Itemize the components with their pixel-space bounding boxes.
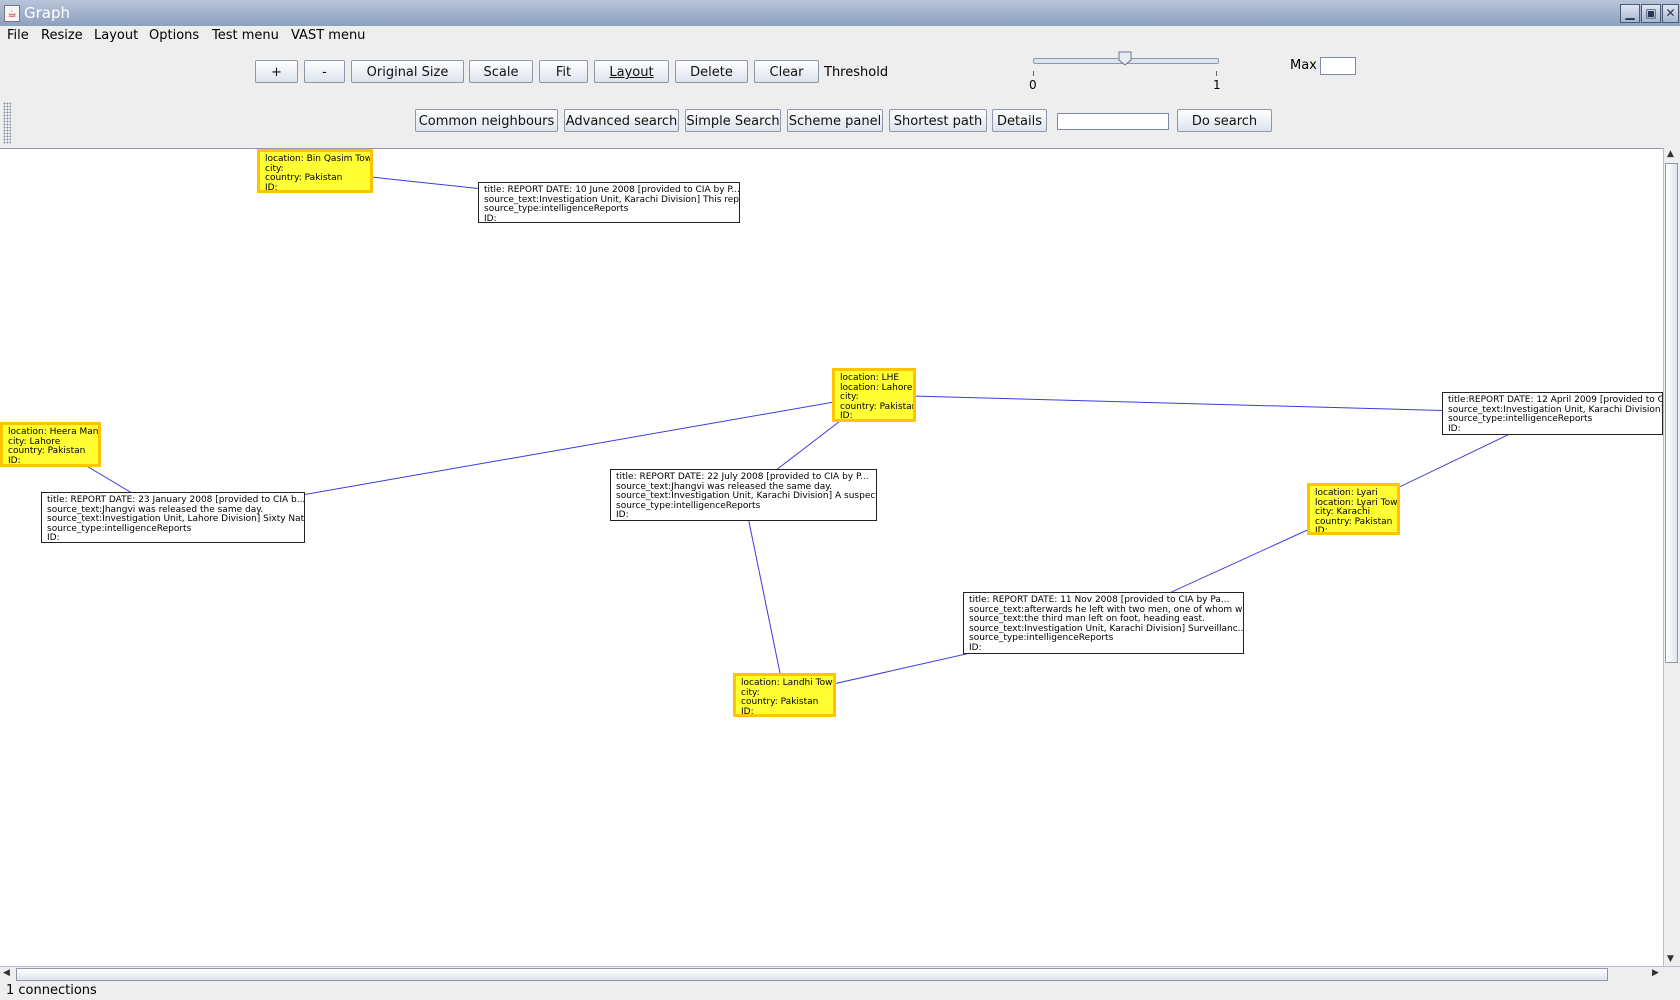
node-attribute-line: source_type:intelligenceReports <box>616 500 761 511</box>
node-attribute-line: ID: <box>8 455 21 466</box>
menu-test[interactable]: Test menu <box>212 27 279 45</box>
simple-search-button[interactable]: Simple Search <box>685 109 781 132</box>
zoom-in-button[interactable]: + <box>255 60 298 83</box>
node-attribute-line: ID: <box>47 533 60 543</box>
slider-min-label: 0 <box>1029 78 1037 92</box>
graph-canvas[interactable]: location: Bin Qasim Town city: country: Pa… <box>0 148 1663 967</box>
status-text: 1 connections <box>6 983 97 998</box>
minimize-icon[interactable]: ▁ <box>1620 4 1640 23</box>
graph-edges <box>50 170 1553 696</box>
scroll-left-icon[interactable]: ◀ <box>3 968 10 978</box>
toolbar-grip-handle[interactable] <box>3 102 11 144</box>
common-neighbours-button[interactable]: Common neighbours <box>415 109 558 132</box>
search-input[interactable] <box>1057 113 1169 130</box>
fit-button[interactable]: Fit <box>539 60 588 83</box>
node-attribute-line: ID: <box>265 182 278 193</box>
graph-node-report[interactable]: title: REPORT DATE: 11 Nov 2008 [provide… <box>963 592 1244 654</box>
maximize-icon[interactable]: ▣ <box>1641 4 1661 23</box>
node-attribute-line: ID: <box>969 642 982 653</box>
graph-node-location[interactable]: location: Bin Qasim Town city: country: Pa… <box>257 149 373 193</box>
scheme-panel-button[interactable]: Scheme panel <box>787 109 883 132</box>
node-attribute-line: ID: <box>1315 526 1328 535</box>
menu-options[interactable]: Options <box>149 27 199 45</box>
graph-node-report[interactable]: title:REPORT DATE: 12 April 2009 [provid… <box>1442 392 1663 435</box>
node-attribute-line: country: Pakistan <box>8 446 86 457</box>
scale-button[interactable]: Scale <box>469 60 533 83</box>
graph-node-location[interactable]: location: Lyari location: Lyari Town city:… <box>1307 483 1400 535</box>
node-attribute-line: ID: <box>616 510 629 521</box>
node-attribute-line: country: Pakistan <box>265 173 343 184</box>
original-size-button[interactable]: Original Size <box>351 60 464 83</box>
node-attribute-line: source_type:intelligenceReports <box>1448 414 1593 425</box>
node-attribute-line: country: Pakistan <box>741 697 819 708</box>
menu-vast[interactable]: VAST menu <box>291 27 365 45</box>
scroll-down-icon[interactable]: ▼ <box>1667 954 1674 964</box>
max-input[interactable] <box>1320 57 1356 75</box>
details-button[interactable]: Details <box>992 109 1047 132</box>
vertical-scroll-thumb[interactable] <box>1665 163 1678 663</box>
window-title: Graph <box>24 4 71 22</box>
java-app-icon: ☕ <box>4 5 20 22</box>
graph-node-report[interactable]: title: REPORT DATE: 22 July 2008 [provid… <box>610 469 877 521</box>
menu-layout[interactable]: Layout <box>94 27 138 45</box>
node-attribute-line: source_type:intelligenceReports <box>47 523 192 534</box>
title-bar: ☕ Graph ▁ ▣ ✕ <box>0 0 1680 27</box>
slider-max-label: 1 <box>1213 78 1221 92</box>
graph-edge <box>743 494 785 696</box>
close-icon[interactable]: ✕ <box>1662 4 1679 23</box>
zoom-out-button[interactable]: - <box>304 60 345 83</box>
max-label: Max <box>1290 58 1317 73</box>
node-attribute-line: source_type:intelligenceReports <box>484 204 629 215</box>
node-attribute-line: source_type:intelligenceReports <box>969 633 1114 644</box>
scroll-right-icon[interactable]: ▶ <box>1652 968 1659 978</box>
advanced-search-button[interactable]: Advanced search <box>564 109 679 132</box>
do-search-button[interactable]: Do search <box>1177 109 1272 132</box>
layout-button[interactable]: Layout <box>594 60 669 83</box>
clear-button[interactable]: Clear <box>754 60 819 83</box>
shortest-path-button[interactable]: Shortest path <box>889 109 987 132</box>
node-attribute-line: ID: <box>840 411 853 422</box>
threshold-label: Threshold <box>824 65 889 80</box>
graph-node-report[interactable]: title: REPORT DATE: 23 January 2008 [pro… <box>41 492 305 543</box>
node-attribute-line: ID: <box>1448 423 1461 434</box>
menu-file[interactable]: File <box>7 27 29 45</box>
horizontal-scroll-thumb[interactable] <box>16 968 1608 981</box>
delete-button[interactable]: Delete <box>675 60 748 83</box>
graph-node-report[interactable]: title: REPORT DATE: 10 June 2008 [provid… <box>478 182 740 223</box>
slider-tick-max <box>1216 71 1217 76</box>
menu-bar: File Resize Layout Options Test menu VAS… <box>0 26 1680 46</box>
threshold-slider-thumb[interactable] <box>1118 51 1132 66</box>
scroll-up-icon[interactable]: ▲ <box>1667 149 1674 159</box>
node-attribute-line: ID: <box>741 706 754 717</box>
graph-node-location[interactable]: location: Heera Mandi city: Lahore country… <box>0 422 101 467</box>
menu-resize[interactable]: Resize <box>41 27 83 45</box>
graph-node-location[interactable]: location: LHE location: Lahore city: countr… <box>832 368 916 422</box>
graph-node-location[interactable]: location: Landhi Town city: country: Pakis… <box>733 673 836 717</box>
slider-tick-min <box>1033 71 1034 76</box>
node-attribute-line: ID: <box>484 213 497 223</box>
